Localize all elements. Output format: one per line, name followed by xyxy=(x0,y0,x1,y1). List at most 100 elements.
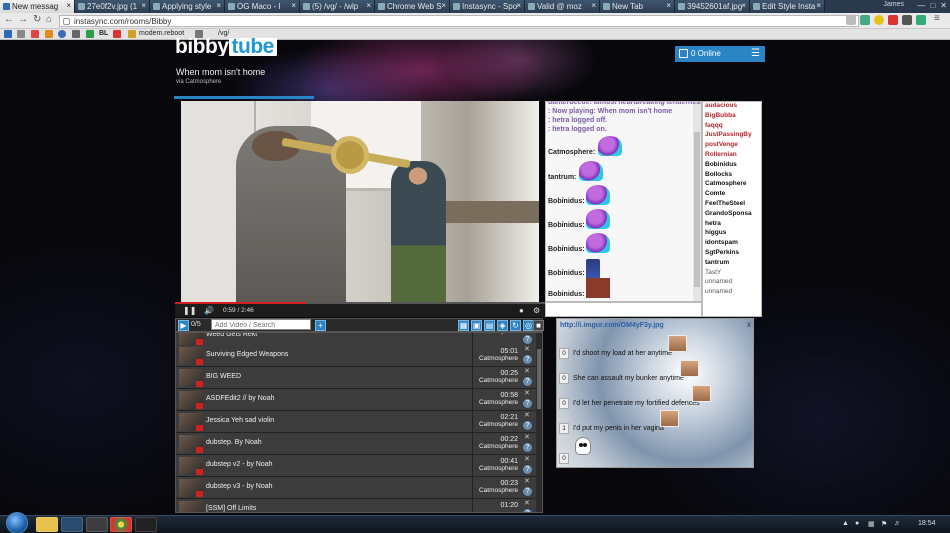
user-list-item[interactable]: idontspam xyxy=(705,239,738,246)
browser-tab[interactable]: New Tab × xyxy=(600,0,675,13)
chat-username[interactable]: Bobinidus: xyxy=(548,270,585,277)
bookmark-modem-reboot[interactable]: modem.reboot xyxy=(139,30,184,37)
user-list-item[interactable]: FeelTheSteel xyxy=(705,200,745,207)
profile-name[interactable]: James xyxy=(883,1,904,8)
info-icon[interactable]: ? xyxy=(523,465,532,474)
playlist-item[interactable]: dubstep v3 - by Noah 00:23 Catmosphere ✕? xyxy=(176,477,536,499)
close-tab-icon[interactable]: × xyxy=(216,1,221,10)
bookmark-vg[interactable]: /vg/ xyxy=(218,30,229,37)
refresh-icon[interactable]: ↻ xyxy=(510,320,521,331)
poll-option[interactable]: 0 I'd shoot my load at her anytime xyxy=(559,348,749,362)
volume-tray-icon[interactable]: ♬ xyxy=(894,520,901,527)
user-list-item[interactable]: Rollernian xyxy=(705,151,737,158)
chat-scrollbar[interactable] xyxy=(693,102,701,301)
bookmark-icon[interactable] xyxy=(113,30,121,38)
close-tab-icon[interactable]: × xyxy=(741,1,746,10)
chat-username[interactable]: tantrum: xyxy=(548,174,576,181)
remove-item-icon[interactable]: ✕ xyxy=(524,499,530,507)
user-list-item[interactable]: unnamed xyxy=(705,288,732,295)
flag-icon[interactable]: ⚑ xyxy=(881,520,887,528)
cmd-icon[interactable] xyxy=(135,517,157,532)
user-list-item[interactable]: TastY xyxy=(705,269,721,276)
close-tab-icon[interactable]: × xyxy=(141,1,146,10)
bookmark-icon[interactable] xyxy=(195,30,203,38)
playlist-item-title[interactable]: [SSM] Off Limits xyxy=(206,505,256,512)
playlist-scroll-thumb[interactable] xyxy=(537,349,541,409)
star-icon[interactable] xyxy=(846,15,856,25)
playlist-item[interactable]: Surviving Edged Weapons 05:01 Catmosphere ✕… xyxy=(176,345,536,367)
user-list-item[interactable]: BigBubba xyxy=(705,112,736,119)
user-list-item[interactable]: postVenge xyxy=(705,141,738,148)
maximize-button[interactable]: □ xyxy=(930,1,935,10)
remove-item-icon[interactable]: ✕ xyxy=(524,411,530,419)
playlist-item-title[interactable]: dubstep v3 - by Noah xyxy=(206,483,273,490)
playlist-tool-icon[interactable]: ▤ xyxy=(484,320,495,331)
bookmark-icon[interactable] xyxy=(58,30,66,38)
info-icon[interactable]: ? xyxy=(523,377,532,386)
user-list-item[interactable]: higgus xyxy=(705,229,726,236)
playlist-item[interactable]: dubstep v2 - by Noah 00:41 Catmosphere ✕? xyxy=(176,455,536,477)
user-list-item[interactable]: Comte xyxy=(705,190,725,197)
info-icon[interactable]: ? xyxy=(523,421,532,430)
remove-item-icon[interactable]: ✕ xyxy=(524,477,530,485)
close-tab-icon[interactable]: × xyxy=(366,1,371,10)
playlist-item-title[interactable]: dubstep v2 - by Noah xyxy=(206,461,273,468)
poll-vote-count[interactable]: 0 xyxy=(559,398,569,409)
hamburger-menu-icon[interactable]: ☰ xyxy=(751,48,760,59)
network-icon[interactable]: ▦ xyxy=(868,520,875,528)
bookmark-icon[interactable] xyxy=(72,30,80,38)
poll-vote-count[interactable]: 0 xyxy=(559,373,569,384)
remove-item-icon[interactable]: ✕ xyxy=(524,345,530,353)
lock-icon[interactable]: ■ xyxy=(533,320,544,331)
volume-icon[interactable]: 🔊 xyxy=(204,306,214,315)
remove-item-icon[interactable]: ✕ xyxy=(524,332,530,333)
user-list-item[interactable]: Bobinidus xyxy=(705,161,737,168)
browser-tab[interactable]: Valid @ moz × xyxy=(525,0,600,13)
clock[interactable]: 18:54 xyxy=(918,520,936,527)
chat-username[interactable]: Catmosphere: xyxy=(548,149,595,156)
browser-tab[interactable]: New messag × xyxy=(0,0,75,13)
page-info-icon[interactable] xyxy=(63,18,70,25)
chat-scroll-thumb[interactable] xyxy=(694,132,700,287)
chat-username[interactable]: Bobinidus: xyxy=(548,198,585,205)
bookmark-bl[interactable]: BL xyxy=(99,30,108,37)
close-tab-icon[interactable]: × xyxy=(516,1,521,10)
user-list-item[interactable]: faqqq xyxy=(705,122,723,129)
poll-vote-count[interactable]: 1 xyxy=(559,423,569,434)
forward-icon[interactable]: → xyxy=(18,14,28,25)
playlist-item[interactable]: [SSM] Off Limits 01:20 ✕? xyxy=(176,499,536,512)
user-list-item[interactable]: hetra xyxy=(705,220,721,227)
steam-icon[interactable] xyxy=(61,517,83,532)
playlist-item-title[interactable]: Surviving Edged Weapons xyxy=(206,351,288,358)
online-count-button[interactable]: 0 Online ☰ xyxy=(675,46,765,62)
browser-tab[interactable]: OG Maco - I × xyxy=(225,0,300,13)
user-list-item[interactable]: tantrum xyxy=(705,259,729,266)
user-list-item[interactable]: SgtPerkins xyxy=(705,249,739,256)
playlist-item[interactable]: ASDFEdit2 // by Noah 00:58 Catmosphere ✕? xyxy=(176,389,536,411)
info-icon[interactable]: ? xyxy=(523,335,532,344)
chat-username[interactable]: Bobinidus: xyxy=(548,222,585,229)
info-icon[interactable]: ● xyxy=(519,306,524,315)
browser-tab[interactable]: Instasync - Spo × xyxy=(450,0,525,13)
folder-icon[interactable] xyxy=(128,30,136,38)
poll-vote-count[interactable]: 0 xyxy=(559,348,569,359)
extension-icon[interactable] xyxy=(902,15,912,25)
close-tab-icon[interactable]: × xyxy=(291,1,296,10)
extension-icon[interactable] xyxy=(874,15,884,25)
browser-tab[interactable]: Edit Style Insta × xyxy=(750,0,825,13)
home-icon[interactable]: ⌂ xyxy=(46,14,52,25)
extension-icon[interactable] xyxy=(860,15,870,25)
start-button[interactable] xyxy=(6,512,28,533)
playlist-item-title[interactable]: Jessica Yeh sad violin xyxy=(206,417,274,424)
info-icon[interactable]: ? xyxy=(523,443,532,452)
close-poll-icon[interactable]: x xyxy=(747,320,751,329)
playlist-tool-icon[interactable]: ▣ xyxy=(471,320,482,331)
bookmark-icon[interactable] xyxy=(86,30,94,38)
browser-tab[interactable]: 39452601af.jpg × xyxy=(675,0,750,13)
menu-icon[interactable]: ≡ xyxy=(934,13,944,24)
pause-icon[interactable]: ❚❚ xyxy=(183,306,196,315)
tray-arrow-icon[interactable]: ▲ xyxy=(842,520,849,527)
bookmark-icon[interactable] xyxy=(17,30,25,38)
steam-tray-icon[interactable]: ● xyxy=(855,520,859,527)
playlist-tool-icon[interactable]: ▦ xyxy=(458,320,469,331)
